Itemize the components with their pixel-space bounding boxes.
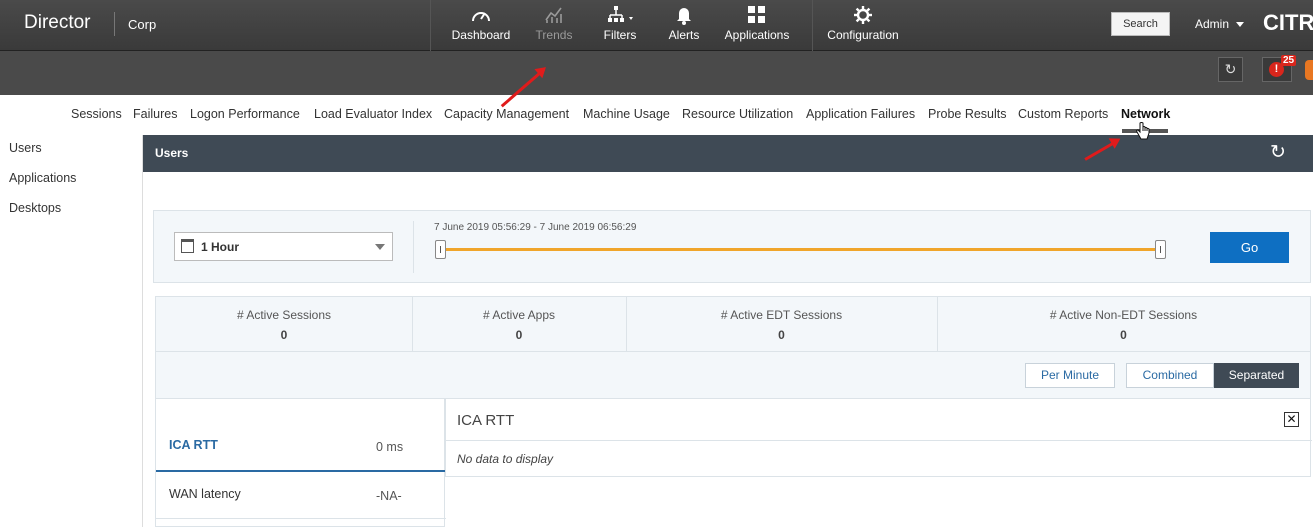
nav-trends[interactable]: Trends — [528, 0, 580, 51]
flame-icon[interactable] — [1305, 60, 1313, 80]
panel-title: Users — [155, 146, 189, 160]
tab-logon-performance[interactable]: Logon Performance — [190, 107, 300, 121]
dashboard-gauge-icon — [447, 0, 515, 26]
grid-icon — [722, 0, 792, 26]
calendar-icon — [181, 239, 194, 253]
metrics-list: ICA RTT 0 ms WAN latency -NA- — [155, 399, 446, 527]
tab-sessions[interactable]: Sessions — [71, 107, 122, 121]
time-range-slider[interactable] — [441, 248, 1161, 251]
stat-active-non-edt-sessions: # Active Non-EDT Sessions 0 — [1049, 308, 1198, 342]
hand-cursor-icon — [1136, 122, 1150, 142]
tab-application-failures[interactable]: Application Failures — [806, 107, 915, 121]
stat-active-apps: # Active Apps 0 — [482, 308, 556, 342]
metric-value: -NA- — [376, 489, 402, 503]
nav-configuration[interactable]: Configuration — [826, 0, 900, 51]
metric-name: WAN latency — [169, 487, 241, 501]
refresh-icon: ↻ — [1224, 61, 1237, 77]
time-filter-bar: 1 Hour 7 June 2019 05:56:29 - 7 June 201… — [153, 210, 1311, 283]
slider-end-handle[interactable] — [1155, 240, 1166, 259]
slider-start-handle[interactable] — [435, 240, 446, 259]
nav-divider — [812, 0, 813, 51]
sidebar-item-users[interactable]: Users — [9, 141, 42, 155]
metric-ica-rtt[interactable]: ICA RTT 0 ms — [156, 399, 446, 472]
trends-tab-bar: Sessions Failures Logon Performance Load… — [0, 95, 1313, 135]
panel-refresh-icon[interactable]: ↻ — [1270, 141, 1286, 164]
nav-dashboard[interactable]: Dashboard — [447, 0, 515, 51]
view-mode-bar: Per Minute Combined Separated — [155, 352, 1311, 399]
tab-failures[interactable]: Failures — [133, 107, 177, 121]
sidebar-item-desktops[interactable]: Desktops — [9, 201, 61, 215]
tab-capacity-management[interactable]: Capacity Management — [444, 107, 569, 121]
per-minute-button[interactable]: Per Minute — [1025, 363, 1115, 388]
stat-active-edt-sessions: # Active EDT Sessions 0 — [720, 308, 843, 342]
sidebar: Users Applications Desktops — [0, 135, 143, 527]
metric-wan-latency[interactable]: WAN latency -NA- — [156, 474, 446, 519]
no-data-message: No data to display — [457, 452, 554, 466]
citrix-logo: CITRIX — [1263, 10, 1313, 35]
trends-chart-icon — [528, 0, 580, 26]
separated-button[interactable]: Separated — [1214, 363, 1299, 388]
sidebar-item-applications[interactable]: Applications — [9, 171, 76, 185]
combined-button[interactable]: Combined — [1126, 363, 1214, 388]
toolbar-strip — [0, 51, 1313, 95]
tab-resource-utilization[interactable]: Resource Utilization — [682, 107, 793, 121]
nav-filters[interactable]: Filters — [595, 0, 645, 51]
bell-icon — [662, 0, 706, 26]
tab-custom-reports[interactable]: Custom Reports — [1018, 107, 1108, 121]
time-range-label: 7 June 2019 05:56:29 - 7 June 2019 06:56… — [434, 222, 637, 233]
metric-name: ICA RTT — [169, 438, 218, 452]
alert-count-badge: 25 — [1281, 55, 1297, 66]
gear-icon — [826, 0, 900, 26]
tab-machine-usage[interactable]: Machine Usage — [583, 107, 670, 121]
filter-divider — [413, 221, 414, 273]
caret-down-icon — [375, 244, 385, 250]
detail-divider — [446, 440, 1312, 441]
close-icon[interactable]: ✕ — [1284, 412, 1299, 427]
time-period-dropdown[interactable]: 1 Hour — [174, 232, 393, 261]
nav-alerts[interactable]: Alerts — [662, 0, 706, 51]
metric-value: 0 ms — [376, 440, 404, 454]
nav-applications[interactable]: Applications — [722, 0, 792, 51]
go-button[interactable]: Go — [1210, 232, 1289, 263]
summary-stats: # Active Sessions 0 # Active Apps 0 # Ac… — [155, 296, 1311, 353]
top-bar: Director Corp Dashboard Trends Filters A… — [0, 0, 1313, 51]
brand-divider — [114, 12, 115, 36]
nav-divider — [430, 0, 431, 51]
metric-detail-pane: ICA RTT ✕ No data to display — [445, 399, 1312, 477]
stat-active-sessions: # Active Sessions 0 — [236, 308, 332, 342]
site-name: Corp — [128, 17, 157, 32]
search-button[interactable]: Search — [1111, 12, 1170, 36]
time-period-value: 1 Hour — [201, 240, 240, 254]
admin-label: Admin — [1195, 17, 1230, 31]
tab-load-evaluator-index[interactable]: Load Evaluator Index — [314, 107, 432, 121]
tab-network[interactable]: Network — [1121, 107, 1170, 121]
tab-probe-results[interactable]: Probe Results — [928, 107, 1007, 121]
app-brand: Director — [24, 12, 91, 33]
detail-title: ICA RTT — [457, 412, 515, 429]
filters-tree-icon — [595, 0, 645, 26]
admin-menu[interactable]: Admin — [1195, 17, 1245, 31]
alerts-indicator-button[interactable]: ! 25 — [1262, 55, 1297, 82]
chevron-down-icon — [1236, 22, 1245, 28]
global-refresh-button[interactable]: ↻ — [1218, 57, 1243, 82]
